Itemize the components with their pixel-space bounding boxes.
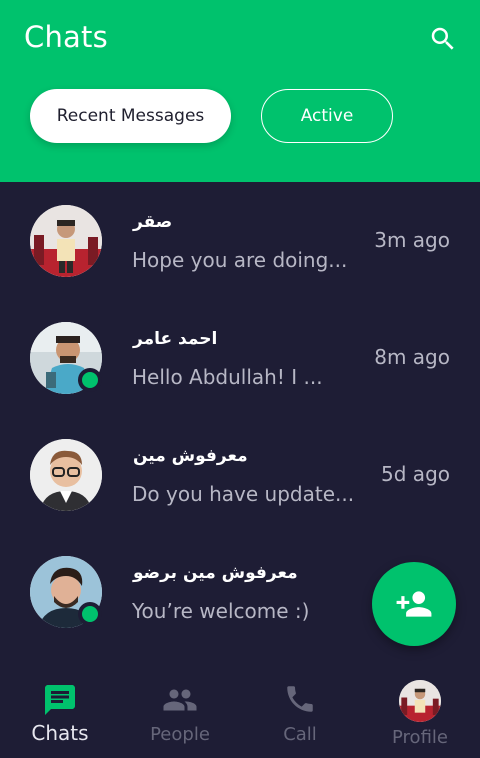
tab-recent-messages[interactable]: Recent Messages [30,89,231,143]
chat-contact-name: معرفوش مين [133,446,248,466]
online-status-dot [78,368,102,392]
person-add-icon [396,591,432,617]
nav-label: People [150,724,210,745]
online-status-dot [78,602,102,626]
page-title: Chats [24,20,108,54]
chat-timestamp: 5d ago [381,462,450,486]
nav-item-call[interactable]: Call [240,668,360,758]
chat-contact-name: معرفوش مين برضو [133,563,298,583]
chat-last-message: You’re welcome :) [132,599,310,623]
nav-item-profile[interactable]: Profile [360,668,480,758]
add-contact-button[interactable] [372,562,456,646]
nav-label: Profile [392,727,448,748]
chat-last-message: Do you have update... [132,482,355,506]
chat-contact-name: صقر [133,212,173,232]
avatar [30,439,102,511]
chat-list-item[interactable]: معرفوش مين Do you have update... 5d ago [0,416,480,533]
tab-active[interactable]: Active [261,89,393,143]
bottom-navigation: Chats People Call Profile [0,668,480,758]
chat-contact-name: احمد عامر [133,329,218,349]
nav-label: Chats [31,721,89,745]
chat-timestamp: 3m ago [374,228,450,252]
avatar-container [30,205,102,277]
chat-timestamp: 8m ago [374,345,450,369]
avatar [30,205,102,277]
search-button[interactable] [424,20,462,58]
app-header: Chats Recent Messages Active [0,0,480,182]
nav-label: Call [283,724,317,745]
chat-last-message: Hello Abdullah! I ... [132,365,323,389]
chat-bubble-icon [45,685,75,715]
people-icon [163,689,197,711]
phone-icon [287,686,313,712]
avatar-container [30,439,102,511]
avatar-container [30,556,102,628]
nav-item-people[interactable]: People [120,668,240,758]
search-icon [431,27,454,50]
chat-last-message: Hope you are doing... [132,248,348,272]
chat-list-item[interactable]: صقر Hope you are doing... 3m ago [0,182,480,299]
profile-avatar [399,680,441,722]
nav-item-chats[interactable]: Chats [0,668,120,758]
chat-list-item[interactable]: احمد عامر Hello Abdullah! I ... 8m ago [0,299,480,416]
message-filter-tabs: Recent Messages Active [30,89,393,143]
avatar-container [30,322,102,394]
